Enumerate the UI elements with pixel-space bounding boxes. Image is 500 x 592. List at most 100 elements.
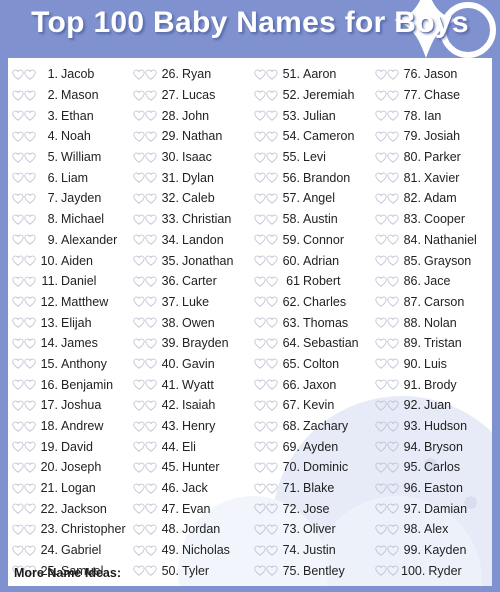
- name-row[interactable]: 3. Ethan: [12, 105, 129, 126]
- name-row[interactable]: 53. Julian: [254, 105, 371, 126]
- favorite-hearts[interactable]: [254, 152, 278, 163]
- name-row[interactable]: 80. Parker: [375, 147, 492, 168]
- name-row[interactable]: 63. Thomas: [254, 312, 371, 333]
- heart-icon[interactable]: [12, 90, 24, 101]
- name-row[interactable]: 22. Jackson: [12, 498, 129, 519]
- heart-icon[interactable]: [387, 545, 399, 556]
- heart-icon[interactable]: [133, 214, 145, 225]
- favorite-hearts[interactable]: [375, 565, 399, 576]
- name-row[interactable]: 79. Josiah: [375, 126, 492, 147]
- heart-icon[interactable]: [145, 358, 157, 370]
- heart-icon[interactable]: [266, 338, 278, 349]
- name-row[interactable]: 34. Landon: [133, 230, 250, 251]
- heart-icon[interactable]: [254, 400, 266, 411]
- favorite-hearts[interactable]: [254, 338, 278, 349]
- favorite-hearts[interactable]: [12, 276, 36, 287]
- heart-icon[interactable]: [387, 338, 399, 349]
- heart-icon[interactable]: [24, 379, 36, 390]
- favorite-hearts[interactable]: [12, 152, 36, 163]
- heart-icon[interactable]: [266, 358, 278, 370]
- favorite-hearts[interactable]: [375, 462, 399, 473]
- heart-icon[interactable]: [266, 90, 278, 101]
- name-row[interactable]: 8. Michael: [12, 209, 129, 230]
- name-row[interactable]: 12. Matthew: [12, 292, 129, 313]
- heart-icon[interactable]: [387, 131, 399, 142]
- favorite-hearts[interactable]: [133, 69, 157, 80]
- name-row[interactable]: 68. Zachary: [254, 416, 371, 437]
- heart-icon[interactable]: [12, 545, 24, 556]
- heart-icon[interactable]: [24, 400, 36, 411]
- heart-icon[interactable]: [387, 483, 399, 494]
- favorite-hearts[interactable]: [375, 152, 399, 163]
- favorite-hearts[interactable]: [133, 255, 157, 266]
- heart-icon[interactable]: [375, 172, 387, 183]
- heart-icon[interactable]: [145, 545, 157, 556]
- favorite-hearts[interactable]: [133, 214, 157, 225]
- heart-icon[interactable]: [266, 441, 278, 452]
- favorite-hearts[interactable]: [12, 483, 36, 494]
- favorite-hearts[interactable]: [254, 441, 278, 452]
- heart-icon[interactable]: [266, 110, 278, 121]
- favorite-hearts[interactable]: [133, 441, 157, 452]
- heart-icon[interactable]: [266, 276, 278, 287]
- heart-icon[interactable]: [145, 276, 157, 287]
- heart-icon[interactable]: [266, 379, 278, 390]
- heart-icon[interactable]: [266, 193, 278, 204]
- name-row[interactable]: 13. Elijah: [12, 312, 129, 333]
- heart-icon[interactable]: [24, 193, 36, 204]
- name-row[interactable]: 46. Jack: [133, 478, 250, 499]
- favorite-hearts[interactable]: [375, 214, 399, 225]
- heart-icon[interactable]: [375, 296, 387, 308]
- name-row[interactable]: 95. Carlos: [375, 457, 492, 478]
- heart-icon[interactable]: [12, 193, 24, 204]
- heart-icon[interactable]: [145, 441, 157, 452]
- heart-icon[interactable]: [24, 276, 36, 287]
- name-row[interactable]: 36. Carter: [133, 271, 250, 292]
- favorite-hearts[interactable]: [133, 379, 157, 390]
- heart-icon[interactable]: [387, 234, 399, 245]
- heart-icon[interactable]: [387, 296, 399, 308]
- favorite-hearts[interactable]: [254, 110, 278, 121]
- name-row[interactable]: 99. Kayden: [375, 540, 492, 561]
- favorite-hearts[interactable]: [254, 255, 278, 266]
- heart-icon[interactable]: [375, 152, 387, 163]
- favorite-hearts[interactable]: [375, 483, 399, 494]
- heart-icon[interactable]: [375, 503, 387, 514]
- favorite-hearts[interactable]: [12, 524, 36, 535]
- heart-icon[interactable]: [145, 296, 157, 308]
- heart-icon[interactable]: [254, 503, 266, 514]
- name-row[interactable]: 86. Jace: [375, 271, 492, 292]
- heart-icon[interactable]: [24, 255, 36, 266]
- favorite-hearts[interactable]: [133, 503, 157, 514]
- heart-icon[interactable]: [133, 255, 145, 266]
- heart-icon[interactable]: [133, 524, 145, 535]
- heart-icon[interactable]: [145, 234, 157, 245]
- heart-icon[interactable]: [12, 296, 24, 308]
- favorite-hearts[interactable]: [375, 400, 399, 411]
- heart-icon[interactable]: [12, 441, 24, 452]
- name-row[interactable]: 72. Jose: [254, 498, 371, 519]
- heart-icon[interactable]: [145, 421, 157, 432]
- name-row[interactable]: 32. Caleb: [133, 188, 250, 209]
- name-row[interactable]: 1. Jacob: [12, 64, 129, 85]
- name-row[interactable]: 56. Brandon: [254, 167, 371, 188]
- favorite-hearts[interactable]: [12, 131, 36, 142]
- heart-icon[interactable]: [145, 317, 157, 328]
- heart-icon[interactable]: [145, 172, 157, 183]
- heart-icon[interactable]: [12, 503, 24, 514]
- favorite-hearts[interactable]: [133, 317, 157, 328]
- heart-icon[interactable]: [145, 379, 157, 390]
- name-row[interactable]: 27. Lucas: [133, 85, 250, 106]
- heart-icon[interactable]: [24, 69, 36, 80]
- heart-icon[interactable]: [133, 69, 145, 80]
- heart-icon[interactable]: [375, 483, 387, 494]
- favorite-hearts[interactable]: [375, 110, 399, 121]
- name-row[interactable]: 94. Bryson: [375, 436, 492, 457]
- favorite-hearts[interactable]: [375, 545, 399, 556]
- heart-icon[interactable]: [387, 524, 399, 535]
- heart-icon[interactable]: [387, 400, 399, 411]
- heart-icon[interactable]: [375, 379, 387, 390]
- heart-icon[interactable]: [12, 234, 24, 245]
- name-row[interactable]: 81. Xavier: [375, 167, 492, 188]
- heart-icon[interactable]: [145, 110, 157, 121]
